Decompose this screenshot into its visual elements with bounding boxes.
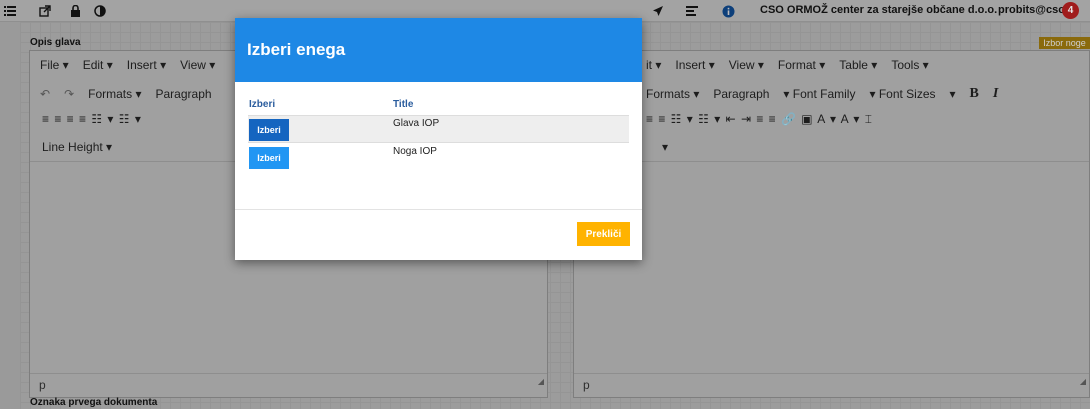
formats-dropdown[interactable]: Formats ▾ [646, 87, 699, 101]
paragraph-dropdown[interactable]: Paragraph [713, 87, 769, 101]
editor-left-menubar: File ▾ Edit ▾ Insert ▾ View ▾ [40, 53, 229, 77]
editor-left-toolbar: ↶ ↷ Formats ▾ Paragraph [40, 82, 226, 106]
notification-badge[interactable]: 4 [1062, 2, 1079, 19]
menu-edit[interactable]: Edit ▾ [83, 58, 113, 72]
menu-insert[interactable]: Insert ▾ [675, 58, 714, 72]
editor-right-menubar: it ▾ Insert ▾ View ▾ Format ▾ Table ▾ To… [646, 53, 943, 77]
undo-icon[interactable]: ↶ [40, 87, 50, 101]
menu-file[interactable]: File ▾ [40, 58, 69, 72]
modal-title: Izberi enega [247, 40, 346, 59]
menu-view[interactable]: View ▾ [180, 58, 215, 72]
modal-header: Izberi enega [235, 18, 642, 82]
izbor-noge-button[interactable]: Izbor noge [1039, 37, 1090, 49]
organization-name: CSO ORMOŽ center za starejše občane d.o.… [760, 4, 998, 16]
column-header-title[interactable]: Title [393, 99, 413, 110]
font-family-dropdown[interactable]: ▾ Font Family [783, 87, 855, 101]
resize-handle-icon[interactable]: ◢ [538, 371, 544, 393]
send-icon[interactable] [650, 3, 666, 19]
editor-right: it ▾ Insert ▾ View ▾ Format ▾ Table ▾ To… [573, 50, 1090, 398]
paragraph-dropdown[interactable]: Paragraph [156, 87, 212, 101]
editor-left-statusbar: p ◢ [30, 373, 547, 397]
list-icon[interactable] [2, 3, 18, 19]
row-title: Glava IOP [393, 118, 440, 129]
editor-right-align-toolbar[interactable]: ≡ ≡ ☷ ▾ ☷ ▾ ⇤ ⇥ ≡ ≡ 🔗 ▣ A ▾ A ▾ ⌶ [646, 107, 873, 131]
redo-icon[interactable]: ↷ [64, 87, 74, 101]
column-header-select[interactable]: Izberi [249, 99, 275, 110]
menu-edit[interactable]: it ▾ [646, 58, 661, 72]
section-label-document: Oznaka prvega dokumenta [30, 397, 158, 408]
select-button[interactable]: Izberi [249, 119, 289, 141]
formats-dropdown[interactable]: Formats ▾ [88, 87, 141, 101]
bold-button[interactable]: B [970, 86, 979, 102]
line-height-dropdown[interactable]: Line Height ▾ [42, 135, 112, 159]
external-link-icon[interactable] [37, 3, 53, 19]
select-modal: Izberi enega Izberi Title Izberi Glava I… [235, 18, 642, 260]
element-path: p [583, 378, 590, 392]
section-label-header: Opis glava [30, 37, 81, 48]
editor-right-statusbar: p ◢ [574, 373, 1089, 397]
contrast-icon[interactable] [92, 3, 108, 19]
menu-insert[interactable]: Insert ▾ [127, 58, 166, 72]
menu-view[interactable]: View ▾ [729, 58, 764, 72]
editor-right-content[interactable] [574, 161, 1089, 373]
menu-tools[interactable]: Tools ▾ [891, 58, 928, 72]
tasks-icon[interactable] [684, 3, 700, 19]
user-menu[interactable]: probits@cso [998, 4, 1065, 16]
row-title: Noga IOP [393, 146, 437, 157]
table-row: Izberi Noga IOP [248, 144, 629, 172]
font-sizes-dropdown[interactable]: ▾ Font Sizes [869, 87, 935, 101]
modal-body: Izberi Title Izberi Glava IOP Izberi Nog… [235, 82, 642, 210]
resize-handle-icon[interactable]: ◢ [1080, 371, 1086, 393]
menu-table[interactable]: Table ▾ [839, 58, 877, 72]
lock-icon[interactable] [67, 3, 83, 19]
line-height-caret[interactable]: ▾ [662, 135, 668, 159]
select-button[interactable]: Izberi [249, 147, 289, 169]
editor-right-toolbar: Formats ▾ Paragraph ▾ Font Family ▾ Font… [646, 82, 1012, 106]
font-sizes-caret[interactable]: ▾ [950, 87, 956, 101]
element-path: p [39, 378, 46, 392]
info-icon[interactable] [720, 3, 736, 19]
editor-left-align-toolbar[interactable]: ≡ ≡ ≡ ≡ ☷ ▾ ☷ ▾ [42, 107, 142, 131]
cancel-button[interactable]: Prekliči [577, 222, 630, 246]
table-row: Izberi Glava IOP [248, 115, 629, 143]
menu-format[interactable]: Format ▾ [778, 58, 825, 72]
italic-button[interactable]: I [993, 86, 998, 102]
